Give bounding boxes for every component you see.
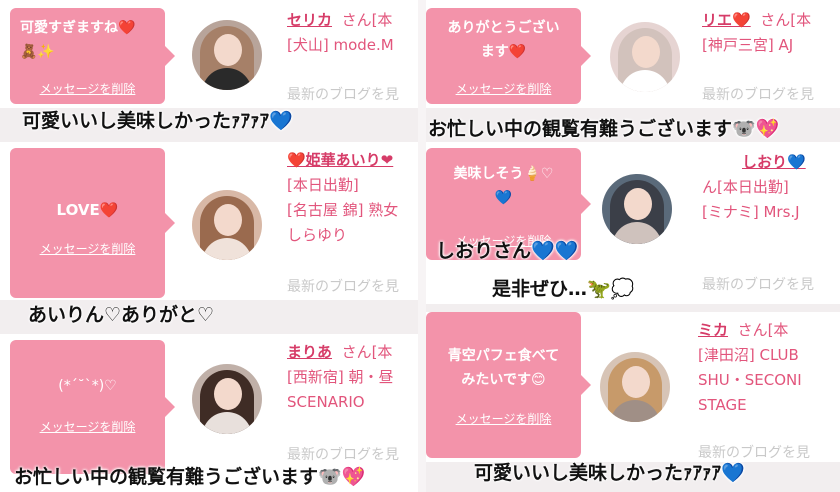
girl-info: ミカ さん[本 [津田沼] CLUB SHU・SECONI STAGE (698, 318, 840, 418)
honorific: さん[本 (737, 321, 789, 339)
message-bubble: LOVE❤️ メッセージを削除 (10, 148, 175, 298)
girl-name-link[interactable]: リエ❤️ (702, 11, 751, 29)
bubble-message: (*´˘`*)♡ (58, 378, 117, 394)
info-line: SHU・SECONI (698, 371, 802, 389)
info-line: [犬山] mode.M (287, 36, 394, 54)
bubble-message: 美味しそう🍦♡ 💙 (453, 166, 554, 206)
message-bubble: (*´˘`*)♡ メッセージを削除 (10, 340, 175, 474)
bubble-tail (165, 46, 175, 66)
bubble-tail (165, 213, 175, 233)
caption: あいりん♡ありがと♡ (28, 304, 215, 326)
bubble-message: 可愛すぎますね❤️ 🧸✨ (20, 20, 136, 60)
latest-blog-link[interactable]: 最新のブログを見 (287, 444, 418, 464)
girl-info: セリカ さん[本 [犬山] mode.M (287, 8, 418, 58)
bubble-tail (581, 375, 591, 395)
message-card-2: LOVE❤️ メッセージを削除 ❤️姫華あいり❤ [本日出勤] [名古屋 錦] … (0, 142, 418, 300)
message-card-1: 可愛すぎますね❤️ 🧸✨ メッセージを削除 セリカ さん[本 [犬山] mode… (0, 0, 418, 108)
info-line: しらゆり (287, 226, 348, 244)
girl-name-link[interactable]: ❤️姫華あいり❤ (287, 151, 393, 169)
info-line: [本日出勤] (287, 176, 359, 194)
bubble-message: ありがとうござい ます❤️ (447, 20, 560, 60)
girl-info: リエ❤️ さん[本 [神戸三宮] AJ (702, 8, 840, 58)
info-line: [西新宿] 朝・昼 (287, 368, 394, 386)
caption-second-line: 是非ぜひ…🦖💭 (492, 278, 635, 300)
delete-message-link[interactable]: メッセージを削除 (10, 240, 165, 257)
avatar[interactable] (192, 190, 262, 260)
latest-blog-link[interactable]: 最新のブログを見 (287, 84, 418, 104)
latest-blog-link[interactable]: 最新のブログを見 (287, 276, 418, 296)
avatar[interactable] (602, 174, 672, 244)
avatar[interactable] (192, 364, 262, 434)
message-bubble: 可愛すぎますね❤️ 🧸✨ メッセージを削除 (10, 8, 175, 104)
bubble-message: 青空パフェ食べて みたいです😊 (447, 348, 560, 388)
girl-name-link[interactable]: ミカ (698, 321, 728, 339)
delete-message-link[interactable]: メッセージを削除 (426, 80, 581, 97)
caption: お忙しい中の観覧有難うございます🐨💖 (428, 118, 780, 140)
honorific: さん[本 (760, 11, 812, 29)
info-line: [名古屋 錦] 熟女 (287, 201, 399, 219)
message-bubble: ありがとうござい ます❤️ メッセージを削除 (426, 8, 591, 104)
bubble-message: LOVE❤️ (56, 201, 119, 219)
girl-name-link[interactable]: セリカ (287, 11, 332, 29)
info-line: SCENARIO (287, 393, 365, 411)
caption: お忙しい中の観覧有難うございます🐨💖 (14, 466, 366, 488)
girl-info: ❤️姫華あいり❤ [本日出勤] [名古屋 錦] 熟女 しらゆり (287, 148, 418, 248)
delete-message-link[interactable]: メッセージを削除 (426, 410, 581, 427)
info-line: [ミナミ] Mrs.J (702, 203, 800, 221)
avatar[interactable] (610, 22, 680, 92)
bubble-tail (581, 46, 591, 66)
girl-info: しおり💙 ん[本日出勤] [ミナミ] Mrs.J (702, 150, 840, 225)
delete-message-link[interactable]: メッセージを削除 (10, 418, 165, 435)
bubble-tail (165, 397, 175, 417)
latest-blog-link[interactable]: 最新のブログを見 (702, 84, 840, 104)
honorific: さん[本 (341, 343, 393, 361)
caption: 可愛いいし美味しかったｧｱｧｱ💙 (22, 110, 293, 132)
bubble-tail (581, 194, 591, 214)
info-line: ん[本日出勤] (702, 178, 789, 196)
message-card-6: 青空パフェ食べて みたいです😊 メッセージを削除 ミカ さん[本 [津田沼] C… (426, 312, 840, 462)
delete-message-link[interactable]: メッセージを削除 (10, 80, 165, 97)
latest-blog-link[interactable]: 最新のブログを見 (702, 274, 840, 294)
info-line: [津田沼] CLUB (698, 346, 799, 364)
girl-name-link[interactable]: しおり💙 (742, 153, 806, 171)
info-line: [神戸三宮] AJ (702, 36, 794, 54)
caption: 可愛いいし美味しかったｧｱｧｱ💙 (474, 462, 745, 484)
honorific: さん[本 (341, 11, 393, 29)
message-bubble: 青空パフェ食べて みたいです😊 メッセージを削除 (426, 312, 591, 458)
girl-name-link[interactable]: まりあ (287, 343, 332, 361)
girl-info: まりあ さん[本 [西新宿] 朝・昼 SCENARIO (287, 340, 418, 415)
info-line: STAGE (698, 396, 747, 414)
avatar[interactable] (600, 352, 670, 422)
panel-separator (418, 0, 426, 492)
avatar[interactable] (192, 20, 262, 90)
collage: 可愛すぎますね❤️ 🧸✨ メッセージを削除 セリカ さん[本 [犬山] mode… (0, 0, 840, 492)
caption: しおりさん💙💙 (436, 240, 579, 262)
message-card-4: ありがとうござい ます❤️ メッセージを削除 リエ❤️ さん[本 [神戸三宮] … (426, 0, 840, 108)
